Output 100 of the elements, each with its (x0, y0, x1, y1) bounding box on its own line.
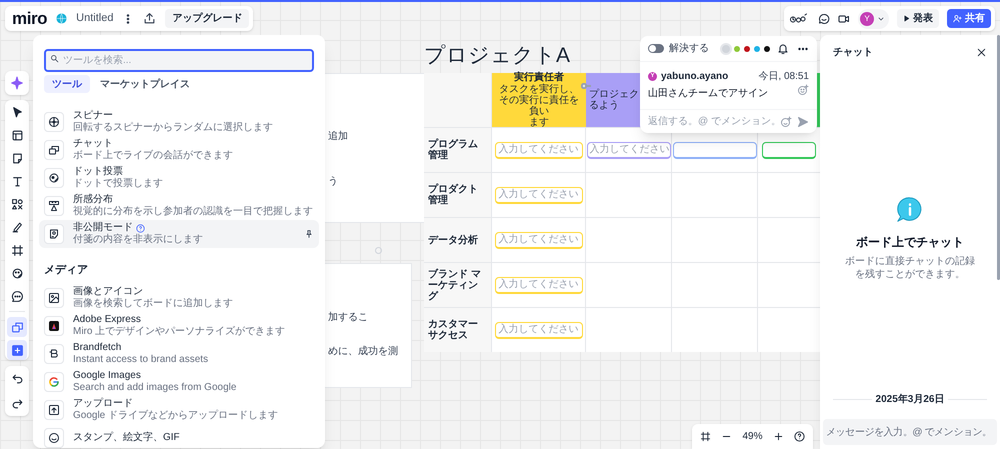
column-title: 実行責任者 (514, 72, 564, 83)
board-title: プロジェクトA (424, 43, 570, 69)
dot-vote-icon (48, 172, 60, 184)
comment-icon (10, 290, 24, 303)
tab[interactable]: マーケットプレイス (94, 75, 196, 93)
fit-screen-icon[interactable] (700, 431, 712, 442)
tool-description: ドットで投票します (73, 178, 163, 190)
panel-title: チャット (833, 46, 873, 60)
upload-icon (48, 404, 60, 416)
select-icon (10, 106, 24, 120)
add-reaction-icon[interactable] (797, 84, 809, 96)
user-menu-button[interactable]: Y (858, 8, 889, 28)
column-description: プロジェク (589, 89, 639, 100)
distribution-icon (48, 200, 60, 212)
tool-title: Google Images (73, 370, 141, 382)
sticky-note-icon (10, 152, 24, 166)
search-field[interactable]: ツールを検索... (44, 49, 314, 72)
share-button[interactable]: 共有 (947, 9, 991, 28)
comment-message: 山田さんチームでアサイン (648, 86, 769, 101)
tool-description: Instant access to brand assets (73, 354, 208, 366)
send-icon[interactable] (797, 116, 809, 128)
zoom-in-icon[interactable] (772, 431, 784, 442)
tool-list-item[interactable]: チャット ボード上でライブの会話ができます (39, 136, 319, 164)
video-icon[interactable] (838, 12, 850, 24)
section-heading: メディア (44, 262, 88, 278)
tool-title: スタンプ、絵文字、GIF (73, 432, 180, 444)
tool-title: 画像とアイコン (73, 286, 143, 298)
tool-title: Adobe Express (73, 314, 141, 326)
tool-description: Google ドライブなどからアップロードします (73, 410, 278, 422)
tool-list-item[interactable]: スタンプ、絵文字、GIF (39, 424, 319, 448)
upload-icon[interactable] (143, 12, 156, 25)
tool-description: 付箋の内容を非表示にします (73, 234, 203, 246)
resolve-label: 解決する (669, 42, 709, 56)
tool-title: ドット投票 (73, 166, 123, 178)
tool-title: アップロード (73, 398, 133, 410)
column-description: ます (529, 117, 549, 128)
plus-icon (10, 344, 24, 357)
reactions-icon[interactable] (788, 12, 810, 24)
connector-handle-icon[interactable] (581, 83, 591, 89)
user-avatar: Y (860, 12, 874, 26)
ai-button[interactable] (5, 71, 29, 95)
tool-title: チャット (73, 138, 113, 150)
private-note-icon (48, 228, 60, 240)
frame-text: めに、成功を測 (328, 344, 398, 359)
tool-list-item[interactable]: Google Images Search and add images from Google (39, 368, 319, 396)
tool-list-item[interactable]: 非公開モード 付箋の内容を非表示にします (39, 220, 319, 248)
tool-title: Brandfetch (73, 342, 122, 354)
tool-list-item[interactable]: Brandfetch Instant access to brand assets (39, 340, 319, 368)
add-reaction-icon[interactable] (780, 116, 792, 128)
tool-list-item[interactable]: ドット投票 ドットで投票します (39, 164, 319, 192)
tool-list-item[interactable]: アップロード Google ドライブなどからアップロードします (39, 396, 319, 424)
input-field[interactable] (762, 142, 816, 158)
shapes-icon (10, 198, 24, 212)
zoom-level[interactable]: 49% (742, 429, 762, 444)
google-g-icon (48, 376, 60, 388)
sticker-icon (48, 432, 60, 444)
scrollbar[interactable] (997, 35, 1000, 280)
input-field[interactable] (672, 142, 756, 158)
reply-field[interactable]: 返信する。@ でメンション。 (648, 114, 775, 129)
redo-icon[interactable] (10, 397, 24, 410)
resolve-toggle[interactable] (648, 44, 664, 53)
empty-state-text: ボードに直接チャットの記録を残すことができます。 (844, 255, 976, 281)
close-icon[interactable] (976, 47, 987, 58)
tool-title: 非公開モード (73, 222, 133, 234)
tool-description: 回転するスピナーからランダムに選択します (73, 122, 273, 134)
image-icon (48, 292, 60, 304)
help-icon[interactable] (794, 431, 805, 442)
text-icon (10, 175, 24, 188)
pin-icon[interactable] (304, 229, 314, 239)
board-name[interactable]: Untitled (76, 10, 114, 27)
pen-icon (10, 220, 24, 234)
frame-text: 加するこ (328, 310, 368, 325)
message-field[interactable]: メッセージを入力。@ でメンション。 (823, 419, 997, 445)
chat-icon[interactable] (818, 12, 830, 24)
date-separator: 2025年3月26日 (876, 392, 944, 407)
spinner-icon (48, 116, 60, 128)
tool-list-item[interactable]: 画像とアイコン 画像を検索してボードに追加します (39, 284, 319, 312)
logo[interactable]: miro (12, 10, 48, 27)
layout-icon (10, 129, 24, 142)
comment-time: 今日, 08:51 (758, 70, 809, 84)
upgrade-button[interactable]: アップグレード (165, 9, 250, 28)
tool-description: ボード上でライブの会話ができます (73, 150, 233, 162)
tab[interactable]: ツール (44, 75, 90, 93)
express-app-icon (48, 320, 60, 332)
tool-description: Miro 上でデザインやパーソナライズができます (73, 326, 286, 338)
row-label: ブランド マーケティング (424, 263, 492, 307)
search-icon (50, 54, 59, 63)
tool-list-item[interactable]: スピナー 回転するスピナーからランダムに選択します (39, 108, 319, 136)
brand-b-icon (48, 348, 60, 360)
sticker-icon (10, 266, 24, 280)
tool-list-item[interactable]: 所感分布 視覚的に分布を示し参加者の認識を一目で把握します (39, 192, 319, 220)
tool-description: 画像を検索してボードに追加します (73, 298, 233, 310)
present-button[interactable]: 発表 (897, 9, 939, 28)
comment-author: yabuno.ayano (661, 70, 728, 84)
undo-icon[interactable] (10, 372, 24, 385)
bell-icon[interactable] (777, 42, 789, 54)
tool-description: 視覚的に分布を示し参加者の認識を一目で把握します (73, 206, 313, 218)
tool-list-item[interactable]: Adobe Express Miro 上でデザインやパーソナライズができます (39, 312, 319, 340)
column-description: タスクを実行し、その実行に責任を負い (498, 84, 580, 117)
row-label: プログラム管理 (424, 128, 492, 172)
